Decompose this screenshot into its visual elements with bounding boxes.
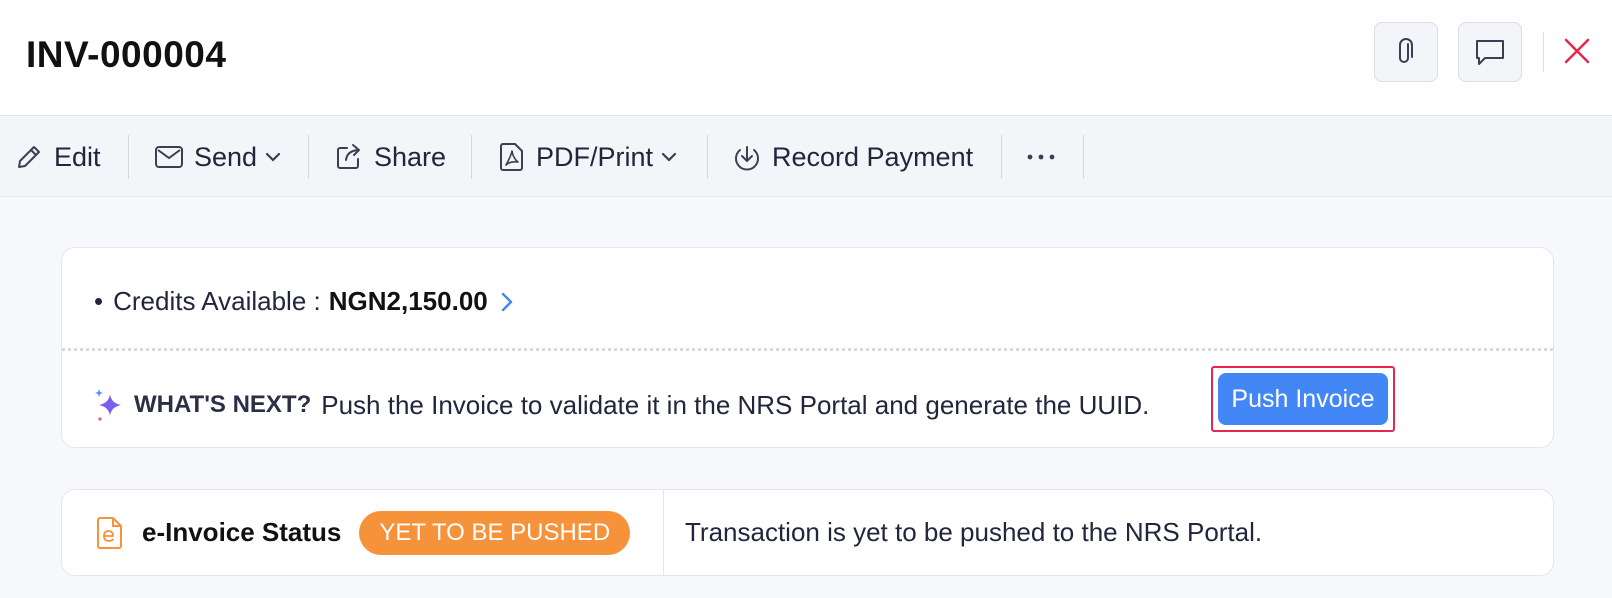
toolbar-separator: [707, 135, 708, 179]
bullet: •: [94, 286, 104, 316]
page-title: INV-000004: [26, 34, 227, 75]
send-label: Send: [194, 141, 258, 172]
close-button[interactable]: [1560, 34, 1594, 68]
push-invoice-highlight: Push Invoice: [1211, 366, 1395, 432]
toolbar-separator: [308, 135, 309, 179]
whats-next-heading: WHAT'S NEXT?: [134, 391, 312, 418]
record-payment-button[interactable]: Record Payment: [732, 117, 973, 197]
credits-amount: NGN2,150.00: [328, 286, 488, 316]
share-label: Share: [374, 141, 447, 172]
pencil-icon: [18, 146, 40, 168]
edit-label: Edit: [54, 141, 101, 172]
more-icon: [1027, 154, 1055, 160]
credits-card: • Credits Available : NGN2,150.00 WHAT'S…: [61, 247, 1554, 448]
more-actions-button[interactable]: [1026, 117, 1056, 197]
credits-label: Credits Available :: [113, 286, 321, 316]
pdf-print-label: PDF/Print: [536, 141, 654, 172]
page-header: INV-000004: [0, 0, 1612, 116]
einvoice-status-title: e-Invoice Status: [142, 517, 342, 547]
comment-icon: [1476, 40, 1504, 65]
action-toolbar: Edit Send Share PDF/Print Record Payment: [0, 117, 1612, 197]
share-button[interactable]: Share: [334, 117, 446, 197]
paperclip-icon: [1399, 38, 1413, 63]
credits-link[interactable]: [500, 291, 514, 313]
chevron-down-icon: [265, 152, 281, 162]
push-invoice-button[interactable]: Push Invoice: [1218, 373, 1388, 425]
edit-button[interactable]: Edit: [14, 117, 101, 197]
sparkle-icon: [95, 389, 121, 421]
share-icon: [337, 144, 360, 169]
toolbar-separator: [1083, 135, 1084, 179]
toolbar-separator: [1001, 135, 1002, 179]
attach-button[interactable]: [1374, 22, 1438, 82]
record-payment-label: Record Payment: [772, 141, 974, 172]
pdf-icon: [500, 143, 523, 171]
einvoice-status-message: Transaction is yet to be pushed to the N…: [685, 517, 1263, 547]
chevron-down-icon: [661, 152, 677, 162]
status-badge: YET TO BE PUSHED: [359, 510, 631, 555]
whats-next-message: Push the Invoice to validate it in the N…: [321, 389, 1150, 420]
envelope-icon: [155, 146, 183, 168]
einvoice-file-icon: [96, 516, 124, 550]
whats-next-row: WHAT'S NEXT? Push the Invoice to validat…: [94, 388, 1149, 422]
pdf-print-button[interactable]: PDF/Print: [498, 117, 677, 197]
send-button[interactable]: Send: [154, 117, 281, 197]
close-icon: [1564, 38, 1590, 64]
header-divider: [1543, 32, 1544, 72]
toolbar-separator: [128, 135, 129, 179]
einvoice-status-card: e-Invoice Status YET TO BE PUSHED Transa…: [61, 489, 1554, 576]
credits-row: • Credits Available : NGN2,150.00: [94, 286, 514, 317]
toolbar-separator: [471, 135, 472, 179]
comments-button[interactable]: [1458, 22, 1522, 82]
einvoice-status-header: e-Invoice Status YET TO BE PUSHED: [62, 490, 664, 575]
chevron-right-icon: [501, 292, 512, 311]
dotted-divider: [62, 348, 1553, 351]
download-circle-icon: [735, 146, 759, 171]
